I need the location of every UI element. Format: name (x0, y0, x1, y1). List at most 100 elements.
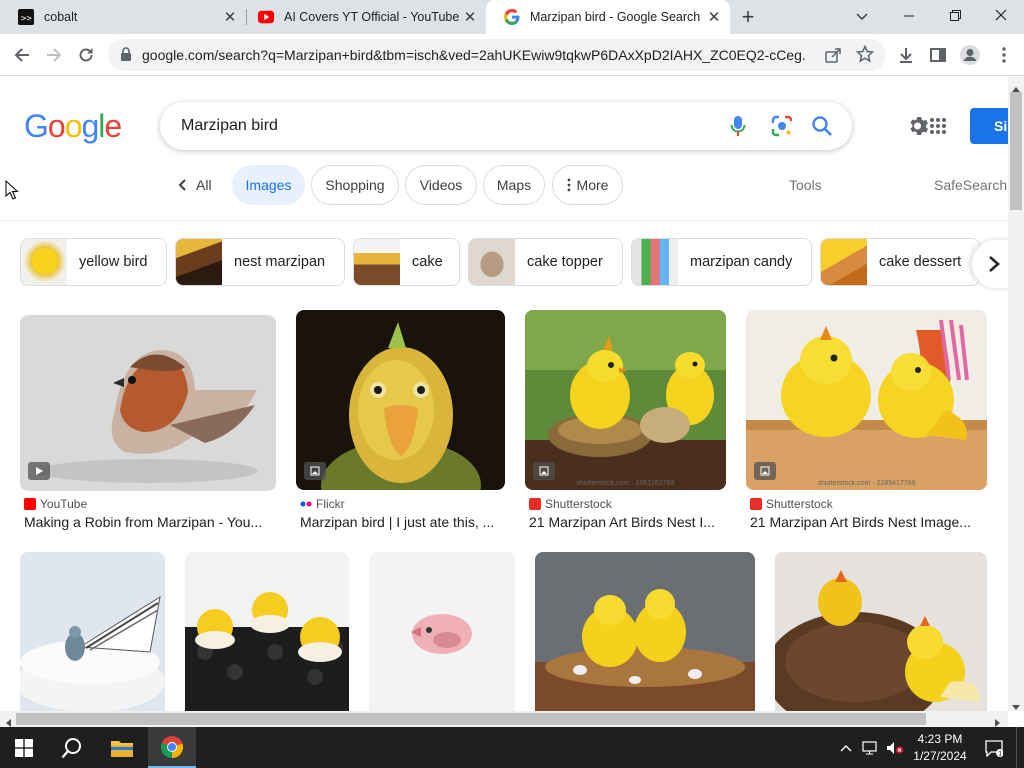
search-icon[interactable] (810, 114, 834, 138)
reload-icon[interactable] (72, 41, 100, 69)
related-chip[interactable]: cake (353, 238, 460, 286)
vertical-scroll-thumb[interactable] (1010, 92, 1022, 210)
scroll-down-arrow-icon[interactable] (1011, 699, 1021, 717)
browser-menu-icon[interactable] (990, 41, 1018, 69)
lens-search-icon[interactable] (770, 114, 794, 138)
system-clock[interactable]: 4:23 PM 1/27/2024 (905, 731, 975, 765)
related-chip[interactable]: cake topper (468, 238, 623, 286)
result-source[interactable]: Shutterstock (750, 497, 833, 511)
filter-more[interactable]: More (552, 165, 623, 205)
show-desktop-divider[interactable] (1016, 727, 1017, 768)
apps-grid-icon[interactable] (929, 117, 947, 140)
logo-letter: g (81, 108, 99, 144)
result-source[interactable]: YouTube (24, 497, 87, 511)
url-text[interactable]: google.com/search?q=Marzipan+bird&tbm=is… (142, 47, 807, 63)
windows-start-icon[interactable] (0, 727, 48, 768)
minimize-icon[interactable] (892, 4, 926, 28)
result-image[interactable] (369, 552, 515, 711)
file-explorer-icon[interactable] (98, 727, 146, 768)
result-source[interactable]: Shutterstock (529, 497, 612, 511)
logo-letter: o (64, 108, 83, 144)
result-image[interactable] (775, 552, 987, 711)
result-title[interactable]: Marzipan bird | I just ate this, ... (300, 514, 505, 530)
restore-icon[interactable] (938, 4, 972, 28)
forward-icon[interactable] (40, 41, 68, 69)
related-chip[interactable]: marzipan candy (631, 238, 812, 286)
filter-maps[interactable]: Maps (483, 165, 545, 205)
lock-icon[interactable] (120, 47, 132, 67)
filter-all[interactable]: All (176, 177, 212, 193)
clock-date: 1/27/2024 (913, 749, 967, 763)
search-box[interactable]: Marzipan bird (160, 102, 852, 150)
tab-close-icon[interactable]: ✕ (704, 7, 724, 27)
shutterstock-source-icon (750, 498, 762, 510)
image-result[interactable]: Flickr Marzipan bird | I just ate this, … (296, 310, 505, 532)
result-title[interactable]: 21 Marzipan Art Birds Nest I... (529, 514, 724, 530)
profile-avatar-icon[interactable] (956, 41, 984, 69)
tools-button[interactable]: Tools (789, 177, 822, 193)
notification-center-icon[interactable]: 1 (982, 727, 1006, 768)
svg-text:1: 1 (998, 750, 1002, 757)
filter-shopping[interactable]: Shopping (311, 165, 399, 205)
address-bar[interactable]: google.com/search?q=Marzipan+bird&tbm=is… (108, 39, 886, 71)
safesearch-button[interactable]: SafeSearch (934, 177, 1007, 193)
image-result[interactable] (185, 552, 349, 711)
tab-close-icon[interactable]: ✕ (220, 7, 240, 27)
image-badge-icon (533, 462, 555, 480)
result-source-label: YouTube (40, 497, 88, 511)
chrome-taskbar-icon[interactable] (148, 727, 196, 768)
settings-gear-icon[interactable] (907, 114, 931, 143)
result-image[interactable] (185, 552, 349, 711)
volume-muted-icon[interactable] (884, 727, 906, 768)
voice-search-icon[interactable] (726, 114, 750, 138)
filter-all-label: All (196, 177, 212, 193)
network-icon[interactable] (860, 727, 882, 768)
window-close-icon[interactable] (984, 4, 1018, 28)
image-result[interactable] (369, 552, 515, 711)
image-result[interactable] (20, 552, 165, 711)
logo-letter: o (47, 108, 66, 144)
image-badge-icon (304, 462, 326, 480)
side-panel-icon[interactable] (924, 41, 952, 69)
tab-youtube[interactable]: AI Covers YT Official - YouTube ✕ (240, 0, 486, 34)
horizontal-scroll-thumb[interactable] (16, 713, 926, 725)
result-image[interactable] (525, 310, 726, 490)
share-icon[interactable] (824, 46, 842, 69)
result-image[interactable] (296, 310, 505, 490)
tray-chevron-up-icon[interactable] (836, 727, 856, 768)
result-title[interactable]: 21 Marzipan Art Birds Nest Image... (750, 514, 985, 530)
bookmark-star-icon[interactable] (855, 44, 875, 68)
filter-images[interactable]: Images (232, 165, 305, 205)
youtube-favicon-icon (258, 9, 274, 25)
result-title[interactable]: Making a Robin from Marzipan - You... (24, 514, 274, 530)
related-chip[interactable]: yellow bird (20, 238, 167, 286)
download-icon[interactable] (892, 41, 920, 69)
search-input[interactable]: Marzipan bird (181, 117, 278, 135)
result-source[interactable]: Flickr (300, 497, 345, 511)
result-image[interactable] (20, 315, 276, 491)
related-thumbnail (469, 239, 515, 285)
image-result[interactable] (775, 552, 987, 711)
image-result[interactable] (535, 552, 755, 711)
tab-strip: >> cobalt ✕ AI Covers YT Official - YouT… (0, 0, 1024, 34)
tab-cobalt[interactable]: >> cobalt ✕ (0, 0, 246, 34)
image-result[interactable]: YouTube Making a Robin from Marzipan - Y… (20, 310, 276, 532)
filter-videos[interactable]: Videos (405, 165, 477, 205)
mouse-cursor-icon (5, 179, 19, 205)
taskbar-search-icon[interactable] (48, 727, 96, 768)
image-watermark: shutterstock.com · 2289417769 (817, 480, 916, 487)
result-image[interactable] (535, 552, 755, 711)
tab-close-icon[interactable]: ✕ (460, 7, 480, 27)
result-image[interactable] (20, 552, 165, 711)
new-tab-icon[interactable]: + (736, 4, 760, 29)
google-logo[interactable]: Google (24, 108, 122, 145)
result-image[interactable] (746, 310, 987, 490)
related-thumbnail (21, 239, 67, 285)
back-icon[interactable] (8, 41, 36, 69)
related-chip[interactable]: cake dessert (820, 238, 980, 286)
image-result[interactable]: shutterstock.com · 2289417769 Shuttersto… (746, 310, 987, 532)
tab-search-icon[interactable] (850, 6, 874, 26)
related-chip[interactable]: nest marzipan (175, 238, 345, 286)
tab-google-search[interactable]: Marzipan bird - Google Search ✕ (486, 0, 730, 34)
image-result[interactable]: shutterstock.com · 1061261783 Shuttersto… (525, 310, 726, 532)
